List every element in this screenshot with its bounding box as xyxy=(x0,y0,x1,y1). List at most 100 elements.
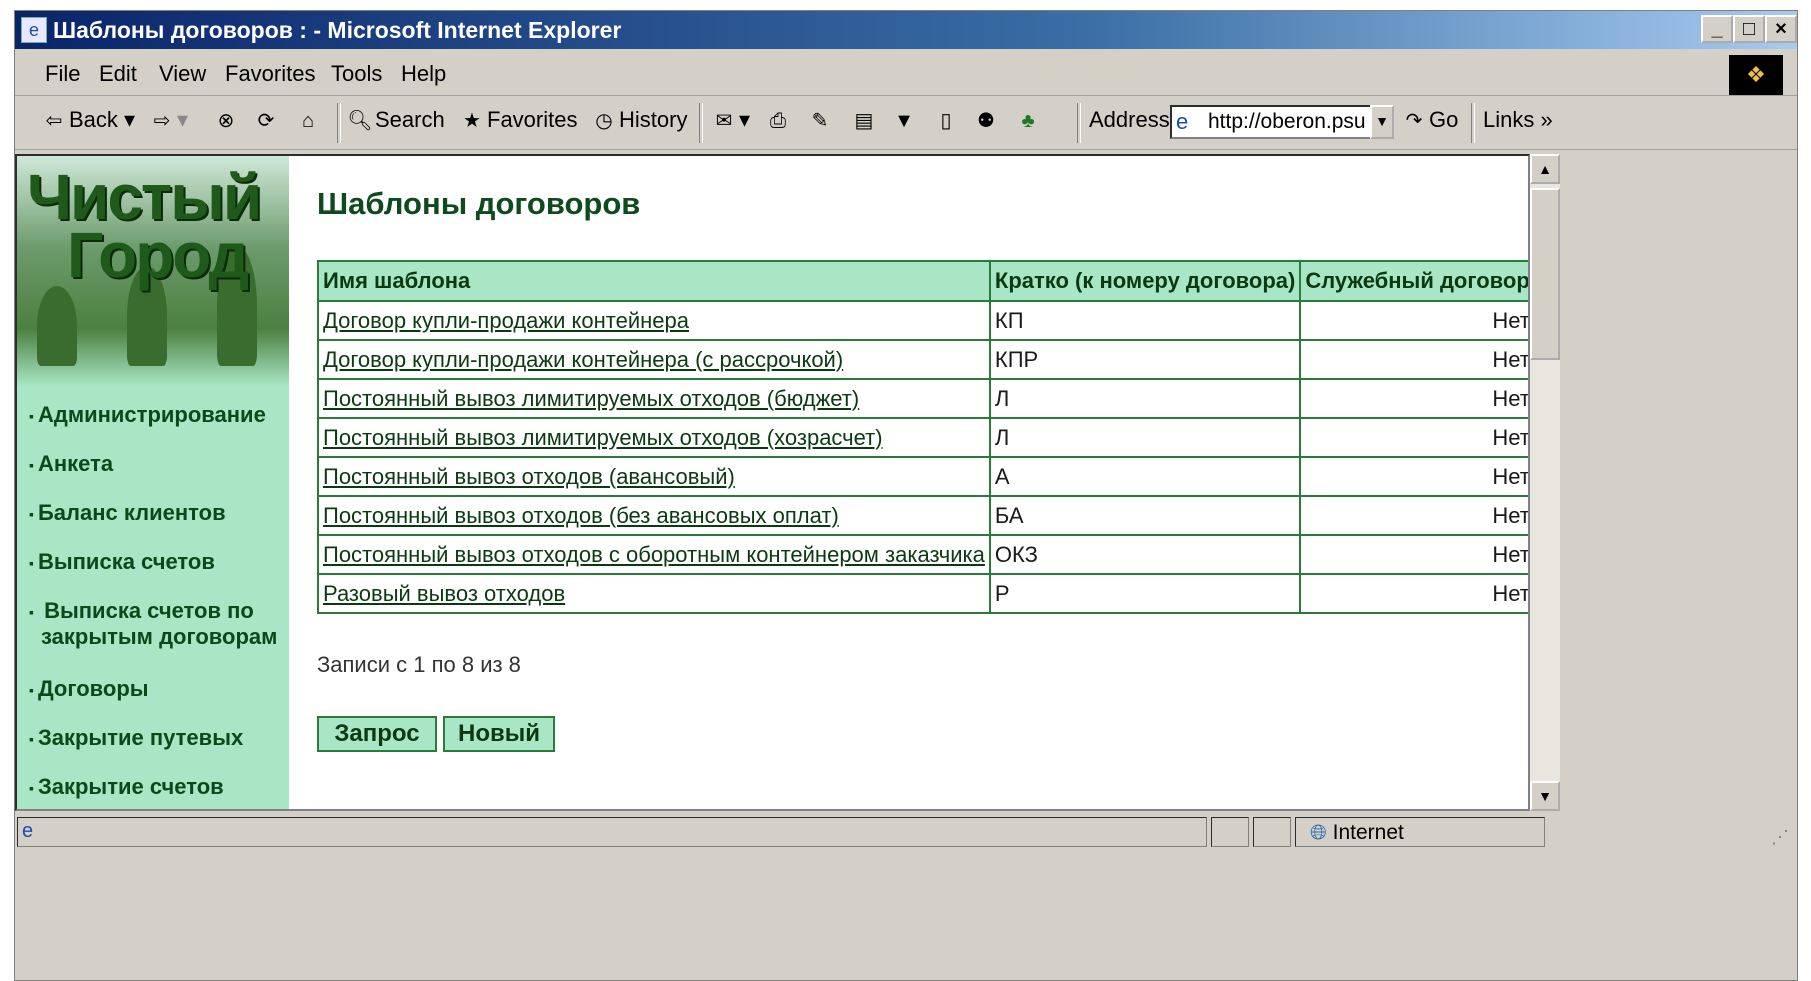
nav-close-waybills[interactable]: Закрытие путевых xyxy=(29,725,243,751)
nav-client-balance[interactable]: Баланс клиентов xyxy=(29,500,226,526)
vertical-scrollbar[interactable]: ▲ ▼ xyxy=(1530,154,1560,811)
filter-button[interactable]: ▼ xyxy=(891,107,919,134)
maximize-button[interactable]: □ xyxy=(1733,15,1765,43)
document-icon: ▯ xyxy=(940,110,952,133)
nav-close-invoices[interactable]: Закрытие счетов xyxy=(29,774,224,800)
status-bar: e 🌐︎ Internet ⋰ xyxy=(15,813,1797,853)
menu-favorites[interactable]: Favorites xyxy=(225,61,315,87)
toolbar-separator xyxy=(337,103,341,143)
template-link[interactable]: Разовый вывоз отходов xyxy=(323,581,565,606)
table-row: Постоянный вывоз лимитируемых отходов (б… xyxy=(317,378,1528,419)
nav-contracts[interactable]: Договоры xyxy=(29,676,149,702)
history-button[interactable]: ◷ History xyxy=(591,107,687,134)
template-short-cell: Л xyxy=(988,417,1302,458)
scroll-down-button[interactable]: ▼ xyxy=(1530,781,1560,811)
toolbar-separator xyxy=(1077,103,1081,143)
forward-dropdown-icon[interactable]: ▾ xyxy=(177,107,188,132)
messenger-button[interactable]: ⚉ xyxy=(973,107,1001,134)
print-icon: ⎙ xyxy=(770,110,786,133)
template-short-cell: КП xyxy=(988,300,1302,341)
nav-closed-invoice-statement[interactable]: Выписка счетов по закрытым договорам xyxy=(29,598,277,650)
template-link[interactable]: Договор купли-продажи контейнера xyxy=(323,308,689,333)
template-name-cell: Постоянный вывоз отходов (авансовый) xyxy=(317,456,991,497)
menu-bar: File Edit View Favorites Tools Help xyxy=(15,51,1797,96)
tree-decoration xyxy=(37,286,77,366)
chevron-right-icon: » xyxy=(1540,107,1553,132)
table-row: Постоянный вывоз лимитируемых отходов (х… xyxy=(317,417,1528,458)
template-short-cell: КПР xyxy=(988,339,1302,380)
print-button[interactable]: ⎙ xyxy=(765,107,793,134)
history-icon: ◷ xyxy=(595,110,613,133)
column-header-short: Кратко (к номеру договора) xyxy=(988,260,1302,302)
address-label: Address xyxy=(1089,107,1170,132)
back-dropdown-icon[interactable]: ▾ xyxy=(124,107,135,132)
ie-icon: e xyxy=(21,17,47,43)
query-button[interactable]: Запрос xyxy=(317,716,437,752)
template-short-cell: А xyxy=(988,456,1302,497)
back-arrow-icon: ⇦ xyxy=(45,110,63,133)
go-button[interactable]: ↷ Go xyxy=(1401,107,1459,134)
template-link[interactable]: Постоянный вывоз отходов (авансовый) xyxy=(323,464,735,489)
table-row: Договор купли-продажи контейнера КП Нет xyxy=(317,300,1528,341)
template-name-cell: Постоянный вывоз отходов с оборотным кон… xyxy=(317,534,991,575)
menu-help[interactable]: Help xyxy=(401,61,446,87)
template-link[interactable]: Постоянный вывоз отходов с оборотным кон… xyxy=(323,542,985,567)
column-header-name: Имя шаблона xyxy=(317,260,991,302)
template-link[interactable]: Постоянный вывоз лимитируемых отходов (х… xyxy=(323,425,883,450)
template-service-cell: Нет xyxy=(1299,300,1528,341)
lite-icon: ♣ xyxy=(1021,110,1035,133)
template-name-cell: Договор купли-продажи контейнера xyxy=(317,300,991,341)
close-button[interactable]: × xyxy=(1765,15,1797,43)
stop-button[interactable]: ⊗ xyxy=(213,107,241,134)
search-button[interactable]: 🔍︎ Search xyxy=(347,107,444,134)
records-count: Записи с 1 по 8 из 8 xyxy=(317,652,521,677)
mail-icon: ✉ xyxy=(715,110,733,133)
browser-window: e Шаблоны договоров : - Microsoft Intern… xyxy=(14,10,1798,981)
logo-text: Чистый Город xyxy=(27,161,262,291)
main-content: Шаблоны договоров Имя шаблона Кратко (к … xyxy=(317,156,1528,809)
address-dropdown[interactable]: ▼ xyxy=(1370,105,1394,139)
edit-icon: ✎ xyxy=(811,110,829,133)
nav-invoice-statement[interactable]: Выписка счетов xyxy=(29,549,215,575)
menu-view[interactable]: View xyxy=(159,61,206,87)
menu-file[interactable]: File xyxy=(45,61,80,87)
address-input[interactable]: e http://oberon.psu xyxy=(1170,105,1382,139)
template-short-cell: БА xyxy=(988,495,1302,536)
document-button[interactable]: ▯ xyxy=(933,107,961,134)
status-cell xyxy=(1253,817,1291,847)
nav-admin[interactable]: Администрирование xyxy=(29,402,266,428)
links-button[interactable]: Links » xyxy=(1483,107,1553,133)
template-name-cell: Постоянный вывоз лимитируемых отходов (б… xyxy=(317,378,991,419)
lite-button[interactable]: ♣ xyxy=(1015,107,1043,134)
messenger-icon: ⚉ xyxy=(977,110,995,133)
template-link[interactable]: Постоянный вывоз отходов (без авансовых … xyxy=(323,503,839,528)
template-name-cell: Постоянный вывоз отходов (без авансовых … xyxy=(317,495,991,536)
back-button[interactable]: ⇦ Back ▾ xyxy=(41,107,135,134)
minimize-button[interactable]: _ xyxy=(1701,15,1733,43)
discuss-button[interactable]: ▤ xyxy=(851,107,879,134)
menu-edit[interactable]: Edit xyxy=(99,61,137,87)
home-icon: ⌂ xyxy=(301,110,315,133)
forward-arrow-icon: ⇨ xyxy=(153,110,171,133)
page-status-icon: e xyxy=(22,820,34,842)
home-button[interactable]: ⌂ xyxy=(295,107,323,134)
favorites-icon: ★ xyxy=(463,110,481,133)
forward-button[interactable]: ⇨ ▾ xyxy=(149,107,188,134)
mail-button[interactable]: ✉ ▾ xyxy=(711,107,750,134)
stop-icon: ⊗ xyxy=(217,110,235,133)
new-button[interactable]: Новый xyxy=(443,716,555,752)
table-row: Постоянный вывоз отходов с оборотным кон… xyxy=(317,534,1528,575)
template-link[interactable]: Постоянный вывоз лимитируемых отходов (б… xyxy=(323,386,859,411)
menu-tools[interactable]: Tools xyxy=(331,61,382,87)
nav-questionnaire[interactable]: Анкета xyxy=(29,451,113,477)
refresh-button[interactable]: ⟳ xyxy=(253,107,281,134)
favorites-button[interactable]: ★ Favorites xyxy=(459,107,577,134)
resize-grip-icon[interactable]: ⋰ xyxy=(1771,827,1789,848)
edit-button[interactable]: ✎ xyxy=(807,107,835,134)
template-link[interactable]: Договор купли-продажи контейнера (с расс… xyxy=(323,347,843,372)
table-row: Постоянный вывоз отходов (авансовый) А Н… xyxy=(317,456,1528,497)
scroll-thumb[interactable] xyxy=(1530,188,1560,360)
window-title: Шаблоны договоров : - Microsoft Internet… xyxy=(53,17,622,43)
template-service-cell: Нет xyxy=(1299,417,1528,458)
scroll-up-button[interactable]: ▲ xyxy=(1530,154,1560,184)
